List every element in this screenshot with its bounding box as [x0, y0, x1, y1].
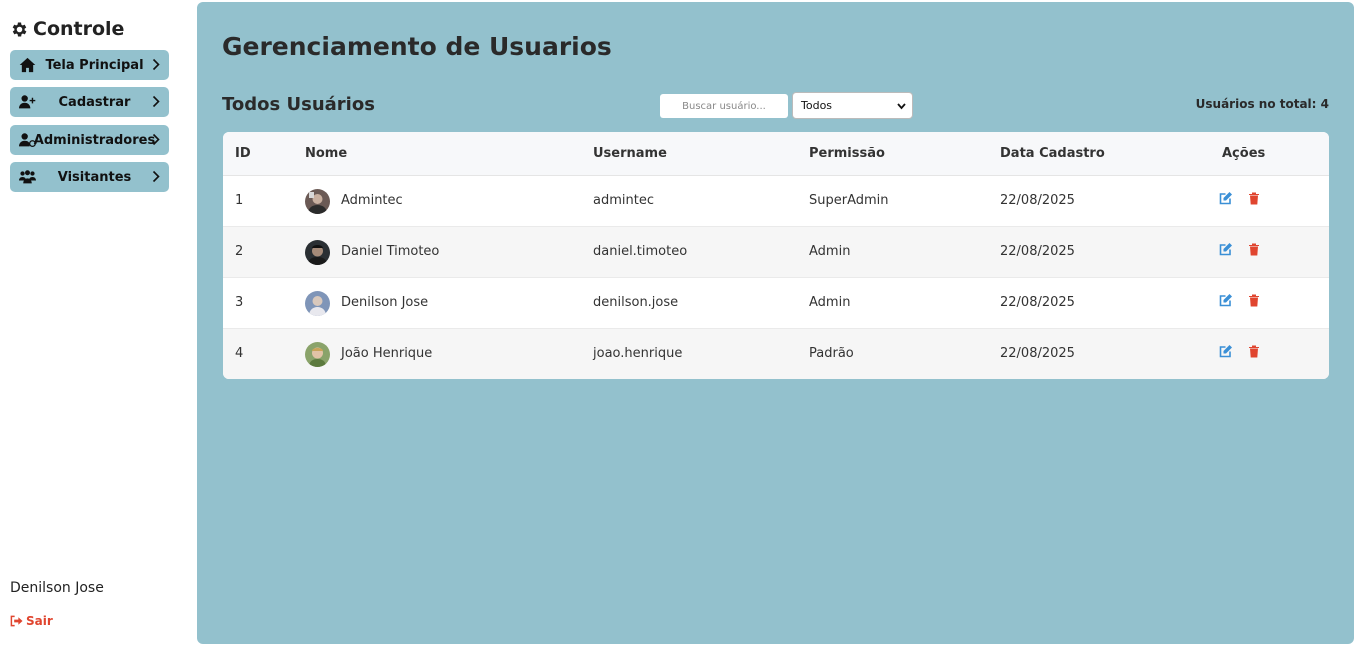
chevron-right-icon	[152, 95, 160, 108]
col-header-permissao: Permissão	[809, 146, 885, 161]
col-header-id: ID	[235, 146, 251, 161]
filter-selected-value: Todos	[801, 99, 833, 112]
brand: Controle	[10, 18, 124, 40]
logout-label: Sair	[26, 614, 53, 628]
section-title: Todos Usuários	[222, 94, 375, 115]
cell-data-cadastro: 22/08/2025	[1000, 193, 1075, 208]
edit-icon[interactable]	[1219, 191, 1233, 205]
cell-nome: Denilson Jose	[341, 295, 429, 310]
avatar	[305, 189, 330, 214]
col-header-nome: Nome	[305, 146, 348, 161]
logout-button[interactable]: Sair	[10, 614, 53, 628]
avatar	[305, 342, 330, 367]
permission-filter-select[interactable]: Todos	[792, 92, 913, 119]
chevron-right-icon	[152, 170, 160, 183]
cell-username: joao.henrique	[593, 346, 683, 361]
cell-permissao: Admin	[809, 244, 851, 259]
row-actions	[1219, 242, 1261, 256]
table-row: 3 Denilson Jose denilson.jose Admin 22/0…	[223, 278, 1329, 329]
search-input[interactable]	[660, 94, 788, 118]
cell-data-cadastro: 22/08/2025	[1000, 244, 1075, 259]
edit-icon[interactable]	[1219, 293, 1233, 307]
cell-id: 1	[235, 193, 244, 208]
edit-icon[interactable]	[1219, 344, 1233, 358]
col-header-username: Username	[593, 146, 667, 161]
table-row: 4 João Henrique joao.henrique Padrão 22/…	[223, 329, 1329, 379]
cell-nome: João Henrique	[341, 346, 433, 361]
sidebar-item-label: Tela Principal	[45, 57, 144, 73]
cell-id: 3	[235, 295, 244, 310]
cell-id: 2	[235, 244, 244, 259]
cell-nome: Daniel Timoteo	[341, 244, 440, 259]
cell-id: 4	[235, 346, 244, 361]
sidebar: Controle Tela Principal Cadastrar Admini…	[0, 0, 197, 646]
chevron-down-icon	[897, 103, 906, 110]
cell-permissao: Admin	[809, 295, 851, 310]
avatar	[305, 240, 330, 265]
sidebar-item-administradores[interactable]: Administradores	[10, 125, 169, 155]
brand-title: Controle	[33, 18, 125, 40]
sign-out-icon	[10, 615, 23, 627]
cell-permissao: Padrão	[809, 346, 854, 361]
cell-data-cadastro: 22/08/2025	[1000, 295, 1075, 310]
sidebar-item-label: Administradores	[33, 132, 156, 148]
sidebar-item-visitantes[interactable]: Visitantes	[10, 162, 169, 192]
current-user-name: Denilson Jose	[10, 580, 104, 596]
edit-icon[interactable]	[1219, 242, 1233, 256]
gear-icon	[12, 22, 27, 36]
sidebar-item-cadastrar[interactable]: Cadastrar	[10, 87, 169, 117]
users-total: Usuários no total: 4	[1195, 97, 1329, 111]
chevron-right-icon	[152, 58, 160, 71]
row-actions	[1219, 344, 1261, 358]
chevron-right-icon	[152, 133, 160, 146]
table-header: ID Nome Username Permissão Data Cadastro…	[223, 132, 1329, 176]
cell-username: daniel.timoteo	[593, 244, 688, 259]
cell-username: admintec	[593, 193, 654, 208]
cell-nome: Admintec	[341, 193, 403, 208]
delete-icon[interactable]	[1247, 293, 1261, 307]
cell-permissao: SuperAdmin	[809, 193, 889, 208]
main-panel: Gerenciamento de Usuarios Todos Usuários…	[197, 2, 1354, 644]
page-title: Gerenciamento de Usuarios	[222, 32, 612, 61]
delete-icon[interactable]	[1247, 191, 1261, 205]
table-row: 2 Daniel Timoteo daniel.timoteo Admin 22…	[223, 227, 1329, 278]
row-actions	[1219, 293, 1261, 307]
delete-icon[interactable]	[1247, 242, 1261, 256]
cell-username: denilson.jose	[593, 295, 679, 310]
avatar	[305, 291, 330, 316]
col-header-data-cadastro: Data Cadastro	[1000, 146, 1105, 161]
cell-data-cadastro: 22/08/2025	[1000, 346, 1075, 361]
sidebar-item-label: Cadastrar	[58, 94, 131, 110]
sidebar-item-tela-principal[interactable]: Tela Principal	[10, 50, 169, 80]
row-actions	[1219, 191, 1261, 205]
col-header-acoes: Ações	[1222, 146, 1266, 161]
table-row: 1 Admintec admintec SuperAdmin 22/08/202…	[223, 176, 1329, 227]
users-table: ID Nome Username Permissão Data Cadastro…	[223, 132, 1329, 379]
sidebar-item-label: Visitantes	[57, 169, 132, 185]
delete-icon[interactable]	[1247, 344, 1261, 358]
